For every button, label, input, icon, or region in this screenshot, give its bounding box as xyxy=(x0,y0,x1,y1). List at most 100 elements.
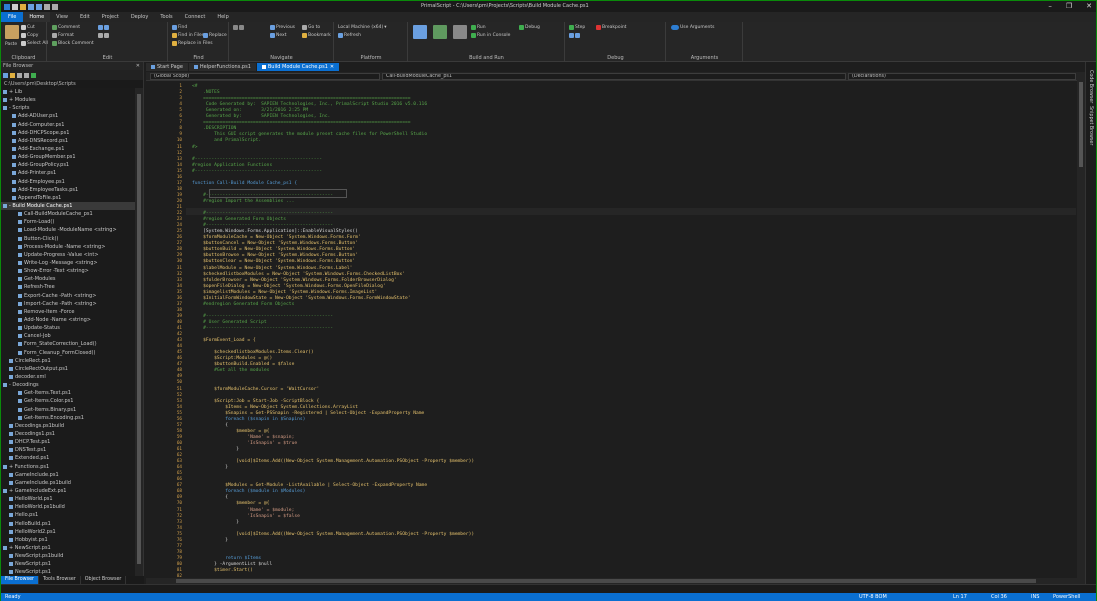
build-icon[interactable] xyxy=(413,25,427,39)
tree-item[interactable]: Import-Cache -Path <string> xyxy=(1,300,135,308)
tree-item[interactable]: Add-EmployeeTasks.ps1 xyxy=(1,186,135,194)
vertical-scrollbar[interactable] xyxy=(1077,72,1085,584)
menu-help[interactable]: Help xyxy=(211,12,234,22)
tree-item[interactable]: Hello.ps1 xyxy=(1,511,135,519)
menu-home[interactable]: Home xyxy=(23,12,51,22)
comment-button[interactable]: Comment xyxy=(52,25,80,30)
code-editor[interactable]: 1 2 3 4 5 6 7 8 9 10 11 12 13 14 15 16 17 18 19 20 21 22 23 24 2… xyxy=(146,82,1077,584)
bookmark-button[interactable]: Bookmark xyxy=(302,33,331,38)
code-line[interactable]: } xyxy=(192,520,239,526)
tree-item[interactable]: CircleRectOutput.ps1 xyxy=(1,365,135,373)
tree-item[interactable]: + Functions.ps1 xyxy=(1,462,135,470)
view-icon[interactable] xyxy=(31,72,36,78)
vscroll-thumb[interactable] xyxy=(1079,82,1083,167)
tree-item[interactable]: Add-DHCPScope.ps1 xyxy=(1,129,135,137)
code-line[interactable]: } xyxy=(192,447,239,453)
home-icon[interactable] xyxy=(17,72,22,78)
code-line[interactable]: #Get all the modules xyxy=(192,368,269,374)
tab-start-page[interactable]: Start Page xyxy=(146,63,188,71)
edit-tool-2[interactable] xyxy=(98,33,109,38)
tree-item[interactable]: Form-Load() xyxy=(1,218,135,226)
tree-item[interactable]: Get-Items.Encoding.ps1 xyxy=(1,414,135,422)
tree-scrollbar[interactable] xyxy=(135,88,143,578)
menu-deploy[interactable]: Deploy xyxy=(125,12,155,22)
tree-item[interactable]: Get-Items.Color.ps1 xyxy=(1,397,135,405)
vtab-code-browser[interactable]: Code Browser xyxy=(1088,70,1093,103)
tree-item[interactable]: Show-Error -Text <string> xyxy=(1,267,135,275)
package-icon[interactable] xyxy=(433,25,447,39)
code-line[interactable]: #---------------------------------------… xyxy=(192,326,333,332)
replace-button[interactable]: Replace xyxy=(203,33,227,38)
tree-item[interactable]: Export-Cache -Path <string> xyxy=(1,292,135,300)
member-select[interactable]: (Declarations) xyxy=(848,73,1076,80)
tree-item[interactable]: - Build Module Cache.ps1 xyxy=(1,201,135,211)
tree-item[interactable]: Extended.ps1 xyxy=(1,454,135,462)
menu-file[interactable]: File xyxy=(1,12,24,22)
tree-item[interactable]: DNSTest.ps1 xyxy=(1,446,135,454)
path-field[interactable]: C:\Users\pm\Desktop\Scripts xyxy=(1,80,143,88)
undo-icon[interactable] xyxy=(44,3,50,10)
tree-item[interactable]: Decodings1.ps1 xyxy=(1,430,135,438)
save-icon[interactable] xyxy=(28,3,34,10)
tree-item[interactable]: Process-Module -Name <string> xyxy=(1,243,135,251)
refresh-button[interactable]: Refresh xyxy=(338,33,361,38)
tree-item[interactable]: Decodings.ps1build xyxy=(1,422,135,430)
tree-item[interactable]: Get-Modules xyxy=(1,275,135,283)
tree-item[interactable]: GameInclude.ps1 xyxy=(1,471,135,479)
restore-icon[interactable]: ❐ xyxy=(1066,2,1072,10)
code-line[interactable]: $FormEvent_Load = { xyxy=(192,338,256,344)
scope-select[interactable]: (Global Scope) xyxy=(150,73,380,80)
tree-item[interactable]: decoder.xml xyxy=(1,373,135,381)
tree-item[interactable]: Form_StateCorrection_Load() xyxy=(1,340,135,348)
tab-object-browser[interactable]: Object Browser xyxy=(81,576,127,584)
folder-icon[interactable] xyxy=(10,72,15,78)
menu-tools[interactable]: Tools xyxy=(154,12,178,22)
next-button[interactable]: Next xyxy=(270,33,286,38)
tab-file-browser[interactable]: File Browser xyxy=(1,576,39,584)
new-icon[interactable] xyxy=(12,3,18,10)
tree-item[interactable]: Get-Items.Binary.ps1 xyxy=(1,405,135,413)
tree-item[interactable]: HelloWorld2.ps1 xyxy=(1,528,135,536)
select-all-button[interactable]: Select All xyxy=(21,41,48,46)
code-line[interactable]: function Call-Build Module Cache_ps1 { xyxy=(192,181,297,187)
tree-item[interactable]: Add-ADUser.ps1 xyxy=(1,112,135,120)
paste-icon[interactable] xyxy=(5,25,19,39)
tree-item[interactable]: Button-Click() xyxy=(1,235,135,243)
run-console-button[interactable]: Run in Console xyxy=(471,33,510,38)
tree-item[interactable]: Add-GroupPolicy.ps1 xyxy=(1,161,135,169)
tree-item[interactable]: AppendToFile.ps1 xyxy=(1,194,135,202)
format-button[interactable]: Format xyxy=(52,33,74,38)
tree-item[interactable]: Add-GroupMember.ps1 xyxy=(1,153,135,161)
tree-item[interactable]: DHCP.Test.ps1 xyxy=(1,438,135,446)
tree-item[interactable]: Add-Exchange.ps1 xyxy=(1,145,135,153)
copy-button[interactable]: Copy xyxy=(21,33,38,38)
paste-button[interactable]: Paste xyxy=(5,42,17,47)
function-select[interactable]: Call-BuildModuleCache_ps1 xyxy=(382,73,846,80)
code-line[interactable]: #region Import the Assemblies ... xyxy=(192,199,294,205)
tree-item[interactable]: HelloWorld.ps1build xyxy=(1,503,135,511)
minimize-icon[interactable]: – xyxy=(1048,2,1052,10)
code-line[interactable]: $timer.Start() xyxy=(192,568,253,574)
run-button[interactable]: Run xyxy=(471,25,486,30)
tree-item[interactable]: + Lib xyxy=(1,88,135,96)
save-all-icon[interactable] xyxy=(36,3,42,10)
menu-connect[interactable]: Connect xyxy=(179,12,212,22)
code-line[interactable]: $formModuleCache.Cursor = 'WaitCursor' xyxy=(192,387,319,393)
tree-item[interactable]: Get-Items.Text.ps1 xyxy=(1,389,135,397)
tree-item[interactable]: Call-BuildModuleCache_ps1 xyxy=(1,210,135,218)
collapsed-region-box[interactable] xyxy=(209,189,347,198)
tree-item[interactable]: Refresh-Tree xyxy=(1,283,135,291)
tree-item[interactable]: + GameIncludeExt.ps1 xyxy=(1,487,135,495)
code-line[interactable]: } xyxy=(192,538,228,544)
code-line[interactable]: [void]$Items.Add((New-Object System.Mana… xyxy=(192,459,474,465)
debug-button[interactable]: Debug xyxy=(519,25,540,30)
tree-item[interactable]: HelloWorld.ps1 xyxy=(1,495,135,503)
tree-item[interactable]: NewScript.ps1 xyxy=(1,560,135,568)
step-button[interactable]: Step xyxy=(569,25,585,30)
tree-item[interactable]: Add-Computer.ps1 xyxy=(1,121,135,129)
tree-item[interactable]: Cancel-Job xyxy=(1,332,135,340)
nav-back-button[interactable] xyxy=(233,25,244,30)
tree-item[interactable]: HelloBuild.ps1 xyxy=(1,519,135,527)
open-folder-icon[interactable] xyxy=(20,3,26,10)
edit-tool-1[interactable] xyxy=(98,25,109,30)
